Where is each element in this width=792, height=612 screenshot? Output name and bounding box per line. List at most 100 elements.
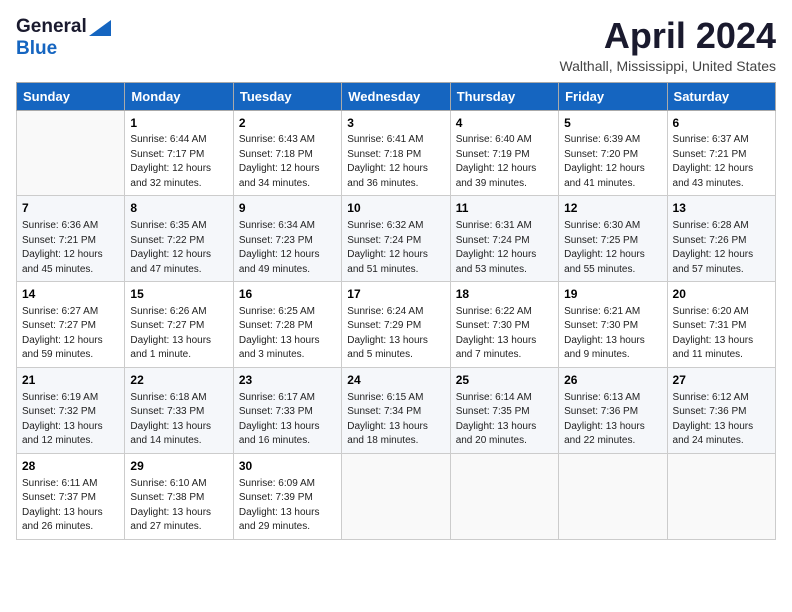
day-number: 13 bbox=[673, 200, 770, 217]
day-info: Sunrise: 6:25 AMSunset: 7:28 PMDaylight:… bbox=[239, 305, 336, 363]
day-cell: 27 Sunrise: 6:12 AMSunset: 7:36 PMDayligh… bbox=[667, 367, 775, 453]
day-info: Sunrise: 6:37 AMSunset: 7:21 PMDaylight:… bbox=[673, 133, 770, 191]
day-info: Sunrise: 6:34 AMSunset: 7:23 PMDaylight:… bbox=[239, 219, 336, 277]
week-row-4: 21 Sunrise: 6:19 AMSunset: 7:32 PMDayligh… bbox=[17, 367, 776, 453]
page-header: General Blue April 2024 Walthall, Missis… bbox=[16, 16, 776, 74]
day-number: 15 bbox=[130, 286, 227, 303]
day-cell: 21 Sunrise: 6:19 AMSunset: 7:32 PMDayligh… bbox=[17, 367, 125, 453]
day-info: Sunrise: 6:30 AMSunset: 7:25 PMDaylight:… bbox=[564, 219, 661, 277]
day-info: Sunrise: 6:14 AMSunset: 7:35 PMDaylight:… bbox=[456, 391, 553, 449]
day-cell: 8 Sunrise: 6:35 AMSunset: 7:22 PMDaylight… bbox=[125, 196, 233, 282]
day-number: 24 bbox=[347, 372, 444, 389]
day-number: 12 bbox=[564, 200, 661, 217]
day-cell: 7 Sunrise: 6:36 AMSunset: 7:21 PMDaylight… bbox=[17, 196, 125, 282]
day-cell: 11 Sunrise: 6:31 AMSunset: 7:24 PMDayligh… bbox=[450, 196, 558, 282]
day-number: 17 bbox=[347, 286, 444, 303]
week-row-1: 1Sunrise: 6:44 AMSunset: 7:17 PMDaylight… bbox=[17, 110, 776, 196]
day-number: 1 bbox=[130, 115, 227, 132]
day-cell bbox=[559, 453, 667, 539]
day-info: Sunrise: 6:12 AMSunset: 7:36 PMDaylight:… bbox=[673, 391, 770, 449]
day-cell: 4Sunrise: 6:40 AMSunset: 7:19 PMDaylight… bbox=[450, 110, 558, 196]
day-number: 25 bbox=[456, 372, 553, 389]
day-number: 11 bbox=[456, 200, 553, 217]
day-number: 27 bbox=[673, 372, 770, 389]
col-header-friday: Friday bbox=[559, 82, 667, 110]
day-number: 29 bbox=[130, 458, 227, 475]
day-info: Sunrise: 6:43 AMSunset: 7:18 PMDaylight:… bbox=[239, 133, 336, 191]
day-number: 8 bbox=[130, 200, 227, 217]
day-cell: 17 Sunrise: 6:24 AMSunset: 7:29 PMDayligh… bbox=[342, 282, 450, 368]
day-number: 30 bbox=[239, 458, 336, 475]
day-number: 7 bbox=[22, 200, 119, 217]
day-info: Sunrise: 6:27 AMSunset: 7:27 PMDaylight:… bbox=[22, 305, 119, 363]
day-info: Sunrise: 6:32 AMSunset: 7:24 PMDaylight:… bbox=[347, 219, 444, 277]
day-number: 18 bbox=[456, 286, 553, 303]
day-number: 20 bbox=[673, 286, 770, 303]
week-row-5: 28Sunrise: 6:11 AMSunset: 7:37 PMDayligh… bbox=[17, 453, 776, 539]
day-info: Sunrise: 6:10 AMSunset: 7:38 PMDaylight:… bbox=[130, 477, 227, 535]
day-cell: 9 Sunrise: 6:34 AMSunset: 7:23 PMDaylight… bbox=[233, 196, 341, 282]
day-number: 19 bbox=[564, 286, 661, 303]
day-info: Sunrise: 6:13 AMSunset: 7:36 PMDaylight:… bbox=[564, 391, 661, 449]
day-cell bbox=[667, 453, 775, 539]
day-number: 4 bbox=[456, 115, 553, 132]
day-cell: 5Sunrise: 6:39 AMSunset: 7:20 PMDaylight… bbox=[559, 110, 667, 196]
col-header-thursday: Thursday bbox=[450, 82, 558, 110]
day-info: Sunrise: 6:44 AMSunset: 7:17 PMDaylight:… bbox=[130, 133, 227, 191]
day-cell: 19Sunrise: 6:21 AMSunset: 7:30 PMDayligh… bbox=[559, 282, 667, 368]
day-info: Sunrise: 6:26 AMSunset: 7:27 PMDaylight:… bbox=[130, 305, 227, 363]
day-cell: 13 Sunrise: 6:28 AMSunset: 7:26 PMDayligh… bbox=[667, 196, 775, 282]
day-cell: 25 Sunrise: 6:14 AMSunset: 7:35 PMDayligh… bbox=[450, 367, 558, 453]
day-cell: 22Sunrise: 6:18 AMSunset: 7:33 PMDayligh… bbox=[125, 367, 233, 453]
title-block: April 2024 Walthall, Mississippi, United… bbox=[559, 16, 776, 74]
day-cell: 20 Sunrise: 6:20 AMSunset: 7:31 PMDayligh… bbox=[667, 282, 775, 368]
col-header-tuesday: Tuesday bbox=[233, 82, 341, 110]
day-number: 23 bbox=[239, 372, 336, 389]
week-row-3: 14 Sunrise: 6:27 AMSunset: 7:27 PMDayligh… bbox=[17, 282, 776, 368]
day-number: 6 bbox=[673, 115, 770, 132]
day-number: 9 bbox=[239, 200, 336, 217]
week-row-2: 7 Sunrise: 6:36 AMSunset: 7:21 PMDaylight… bbox=[17, 196, 776, 282]
day-number: 2 bbox=[239, 115, 336, 132]
day-cell: 16 Sunrise: 6:25 AMSunset: 7:28 PMDayligh… bbox=[233, 282, 341, 368]
day-cell: 24 Sunrise: 6:15 AMSunset: 7:34 PMDayligh… bbox=[342, 367, 450, 453]
day-info: Sunrise: 6:31 AMSunset: 7:24 PMDaylight:… bbox=[456, 219, 553, 277]
day-cell: 30Sunrise: 6:09 AMSunset: 7:39 PMDayligh… bbox=[233, 453, 341, 539]
day-number: 5 bbox=[564, 115, 661, 132]
day-cell: 3Sunrise: 6:41 AMSunset: 7:18 PMDaylight… bbox=[342, 110, 450, 196]
day-info: Sunrise: 6:35 AMSunset: 7:22 PMDaylight:… bbox=[130, 219, 227, 277]
day-cell: 29 Sunrise: 6:10 AMSunset: 7:38 PMDayligh… bbox=[125, 453, 233, 539]
day-info: Sunrise: 6:41 AMSunset: 7:18 PMDaylight:… bbox=[347, 133, 444, 191]
day-cell: 18Sunrise: 6:22 AMSunset: 7:30 PMDayligh… bbox=[450, 282, 558, 368]
day-number: 3 bbox=[347, 115, 444, 132]
day-number: 10 bbox=[347, 200, 444, 217]
day-info: Sunrise: 6:39 AMSunset: 7:20 PMDaylight:… bbox=[564, 133, 661, 191]
day-info: Sunrise: 6:19 AMSunset: 7:32 PMDaylight:… bbox=[22, 391, 119, 449]
day-info: Sunrise: 6:36 AMSunset: 7:21 PMDaylight:… bbox=[22, 219, 119, 277]
day-info: Sunrise: 6:20 AMSunset: 7:31 PMDaylight:… bbox=[673, 305, 770, 363]
col-header-sunday: Sunday bbox=[17, 82, 125, 110]
col-header-saturday: Saturday bbox=[667, 82, 775, 110]
calendar-table: SundayMondayTuesdayWednesdayThursdayFrid… bbox=[16, 82, 776, 540]
day-number: 21 bbox=[22, 372, 119, 389]
logo-icon bbox=[89, 20, 111, 36]
month-title: April 2024 bbox=[559, 16, 776, 56]
day-cell: 12 Sunrise: 6:30 AMSunset: 7:25 PMDayligh… bbox=[559, 196, 667, 282]
location: Walthall, Mississippi, United States bbox=[559, 58, 776, 74]
logo-blue: Blue bbox=[16, 38, 57, 59]
day-number: 14 bbox=[22, 286, 119, 303]
day-info: Sunrise: 6:28 AMSunset: 7:26 PMDaylight:… bbox=[673, 219, 770, 277]
day-info: Sunrise: 6:17 AMSunset: 7:33 PMDaylight:… bbox=[239, 391, 336, 449]
day-info: Sunrise: 6:40 AMSunset: 7:19 PMDaylight:… bbox=[456, 133, 553, 191]
day-cell: 1Sunrise: 6:44 AMSunset: 7:17 PMDaylight… bbox=[125, 110, 233, 196]
day-cell: 28Sunrise: 6:11 AMSunset: 7:37 PMDayligh… bbox=[17, 453, 125, 539]
day-number: 16 bbox=[239, 286, 336, 303]
logo-general: General bbox=[16, 16, 87, 38]
day-cell bbox=[450, 453, 558, 539]
day-number: 28 bbox=[22, 458, 119, 475]
day-cell bbox=[342, 453, 450, 539]
day-cell: 26Sunrise: 6:13 AMSunset: 7:36 PMDayligh… bbox=[559, 367, 667, 453]
day-cell: 23 Sunrise: 6:17 AMSunset: 7:33 PMDayligh… bbox=[233, 367, 341, 453]
day-info: Sunrise: 6:15 AMSunset: 7:34 PMDaylight:… bbox=[347, 391, 444, 449]
day-info: Sunrise: 6:24 AMSunset: 7:29 PMDaylight:… bbox=[347, 305, 444, 363]
